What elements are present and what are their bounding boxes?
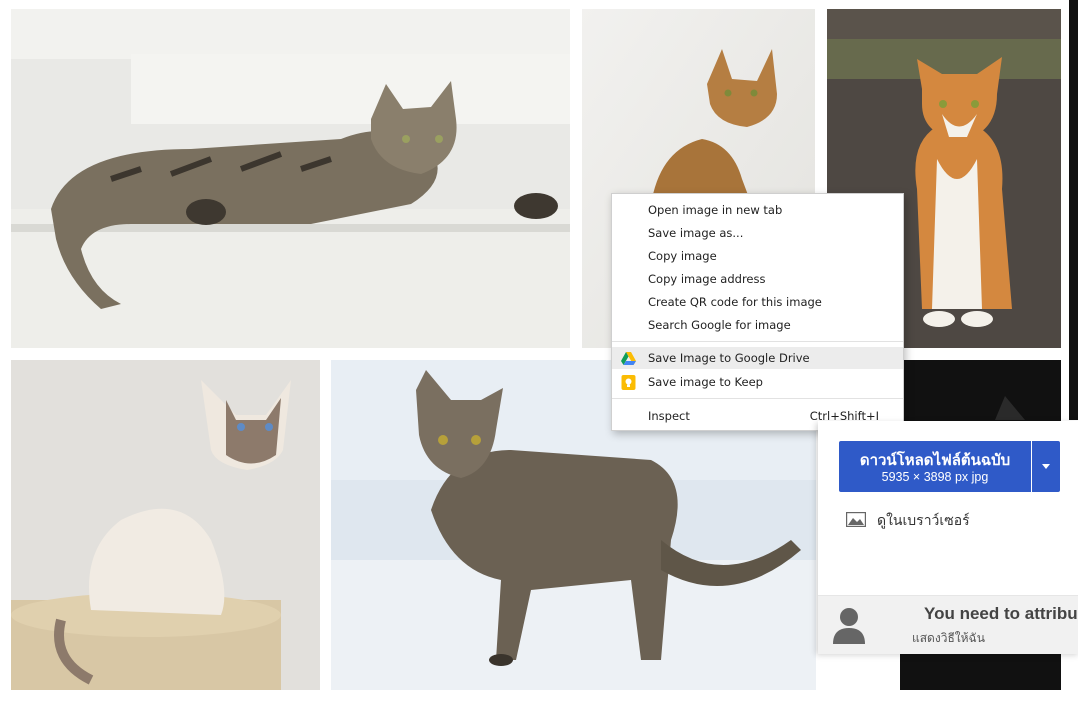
user-avatar-icon (832, 606, 866, 644)
photo-siamese[interactable] (11, 360, 320, 690)
google-drive-icon (621, 351, 636, 365)
image-icon (845, 511, 867, 528)
attribution-bar[interactable]: You need to attribu แสดงวิธีให้ฉัน (818, 595, 1078, 654)
scrollbar[interactable] (1069, 0, 1078, 420)
google-keep-icon (621, 375, 636, 390)
download-panel: ดาวน์โหลดไฟล์ต้นฉบับ 5935 × 3898 px jpg … (818, 421, 1078, 654)
attribution-title: You need to attribu (924, 604, 1078, 623)
context-menu: Open image in new tab Save image as... C… (611, 193, 904, 431)
menu-separator (612, 398, 903, 399)
download-options-dropdown[interactable] (1032, 441, 1060, 492)
download-button-label: ดาวน์โหลดไฟล์ต้นฉบับ (859, 452, 1011, 469)
menu-item-copy-image-address[interactable]: Copy image address (612, 268, 903, 290)
menu-item-open-new-tab[interactable]: Open image in new tab (612, 199, 903, 221)
menu-item-copy-image[interactable]: Copy image (612, 245, 903, 267)
caret-down-icon (1042, 464, 1050, 469)
menu-item-save-to-google-drive[interactable]: Save Image to Google Drive (612, 347, 903, 369)
menu-item-create-qr-code[interactable]: Create QR code for this image (612, 291, 903, 313)
download-original-button[interactable]: ดาวน์โหลดไฟล์ต้นฉบับ 5935 × 3898 px jpg (839, 441, 1031, 492)
photo-tabby-lying[interactable] (11, 9, 570, 348)
attribution-howto-link[interactable]: แสดงวิธีให้ฉัน (912, 629, 985, 648)
menu-separator (612, 341, 903, 342)
menu-item-save-image-as[interactable]: Save image as... (612, 222, 903, 244)
menu-item-search-google[interactable]: Search Google for image (612, 314, 903, 336)
menu-item-save-to-keep[interactable]: Save image to Keep (612, 371, 903, 393)
download-button-size: 5935 × 3898 px jpg (881, 470, 989, 484)
